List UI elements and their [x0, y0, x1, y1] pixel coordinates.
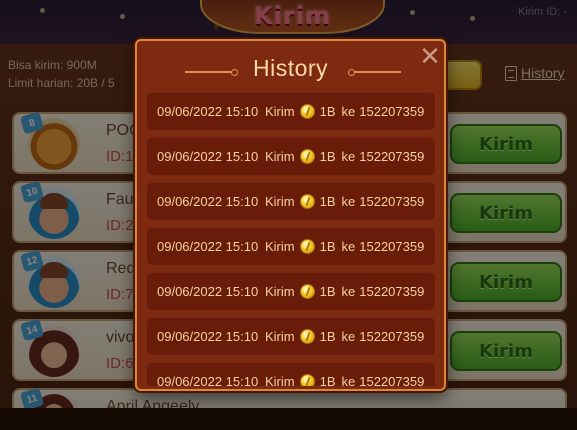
history-action: Kirim: [265, 328, 295, 344]
coin-icon: [299, 283, 315, 299]
history-date: 09/06/2022 15:10: [157, 103, 259, 119]
history-uid: 152207359: [359, 238, 425, 254]
coin-icon: [299, 103, 315, 119]
history-date: 09/06/2022 15:10: [157, 283, 259, 299]
history-row: 09/06/2022 15:10 Kirim 1B ke 152207359: [147, 272, 435, 310]
history-uid: 152207359: [359, 193, 425, 209]
history-amount: 1B: [319, 283, 336, 299]
history-amount: 1B: [319, 148, 336, 164]
history-date: 09/06/2022 15:10: [157, 373, 259, 387]
history-modal: History ✕ 09/06/2022 15:10 Kirim 1B ke 1…: [135, 39, 446, 391]
history-row: 09/06/2022 15:10 Kirim 1B ke 152207359: [147, 317, 435, 355]
history-action: Kirim: [265, 373, 295, 387]
modal-header: History ✕: [137, 41, 444, 93]
history-ke: ke: [341, 328, 356, 344]
history-date: 09/06/2022 15:10: [157, 238, 259, 254]
history-row: 09/06/2022 15:10 Kirim 1B ke 152207359: [147, 182, 435, 220]
coin-icon: [299, 148, 315, 164]
history-date: 09/06/2022 15:10: [157, 328, 259, 344]
history-amount: 1B: [319, 328, 336, 344]
modal-title: History: [252, 55, 329, 81]
history-action: Kirim: [265, 283, 295, 299]
history-ke: ke: [341, 238, 356, 254]
history-date: 09/06/2022 15:10: [157, 148, 259, 164]
history-amount: 1B: [319, 238, 336, 254]
history-action: Kirim: [265, 103, 295, 119]
history-ke: ke: [341, 148, 356, 164]
history-uid: 152207359: [359, 148, 425, 164]
history-uid: 152207359: [359, 373, 425, 387]
coin-icon: [299, 373, 315, 386]
history-row: 09/06/2022 15:10 Kirim 1B ke 152207359: [147, 227, 435, 265]
history-row: 09/06/2022 15:10 Kirim 1B ke 152207359: [147, 137, 435, 175]
history-action: Kirim: [265, 193, 295, 209]
history-amount: 1B: [319, 103, 336, 119]
history-uid: 152207359: [359, 283, 425, 299]
history-list[interactable]: 09/06/2022 15:10 Kirim 1B ke 152207359 0…: [147, 92, 435, 386]
history-ke: ke: [341, 193, 356, 209]
history-ke: ke: [341, 283, 356, 299]
coin-icon: [299, 238, 315, 254]
history-ke: ke: [341, 373, 356, 387]
history-amount: 1B: [319, 373, 336, 387]
history-row: 09/06/2022 15:10 Kirim 1B ke 152207359: [147, 362, 435, 386]
coin-icon: [299, 193, 315, 209]
history-row: 09/06/2022 15:10 Kirim 1B ke 152207359: [147, 92, 435, 130]
history-uid: 152207359: [359, 103, 425, 119]
coin-icon: [299, 328, 315, 344]
title-ornament-right: [348, 69, 401, 75]
history-uid: 152207359: [359, 328, 425, 344]
history-amount: 1B: [319, 193, 336, 209]
history-action: Kirim: [265, 148, 295, 164]
history-date: 09/06/2022 15:10: [157, 193, 259, 209]
close-icon[interactable]: ✕: [419, 44, 441, 70]
history-ke: ke: [341, 103, 356, 119]
history-action: Kirim: [265, 238, 295, 254]
